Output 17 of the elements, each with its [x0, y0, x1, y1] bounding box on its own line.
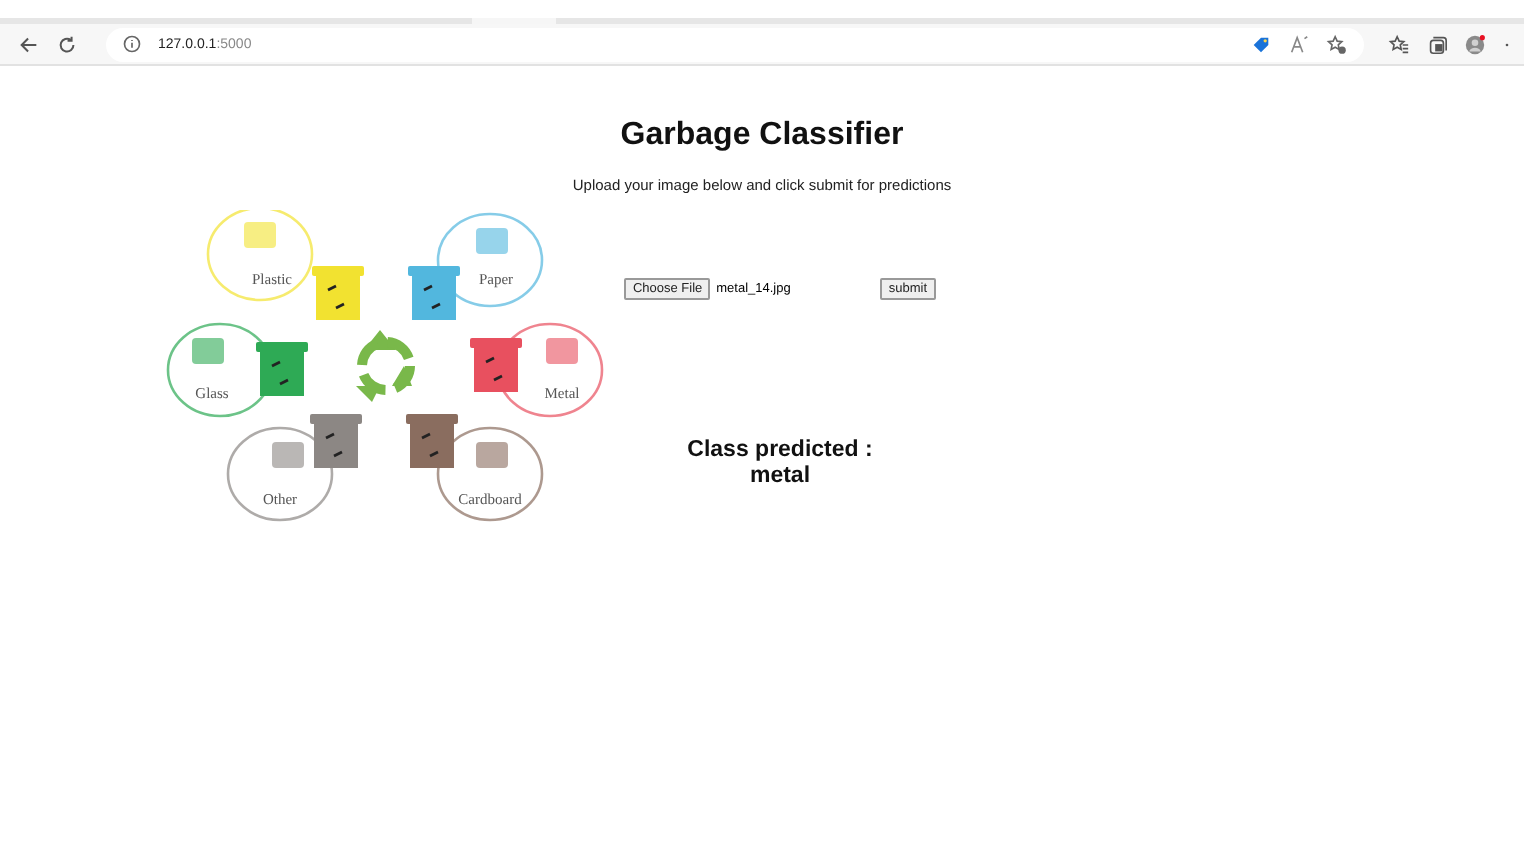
result-value: metal [747, 464, 813, 491]
read-aloud-icon[interactable] [1288, 33, 1310, 55]
category-ring [436, 212, 544, 308]
favorites-icon[interactable] [1388, 33, 1410, 55]
star-plus-icon[interactable] [1326, 33, 1348, 55]
reload-icon[interactable] [56, 33, 78, 55]
collections-icon[interactable] [1426, 33, 1448, 55]
info-icon[interactable] [122, 34, 142, 54]
category-ring [436, 426, 544, 522]
profile-avatar-icon[interactable] [1464, 33, 1486, 55]
tag-icon[interactable] [1250, 33, 1272, 55]
back-icon[interactable] [18, 33, 40, 55]
page-title: Garbage Classifier [620, 118, 904, 154]
category-ring [206, 210, 314, 302]
category-ring [226, 426, 334, 522]
recycle-icon [356, 330, 415, 402]
result-label: Class predicted : [687, 438, 873, 465]
